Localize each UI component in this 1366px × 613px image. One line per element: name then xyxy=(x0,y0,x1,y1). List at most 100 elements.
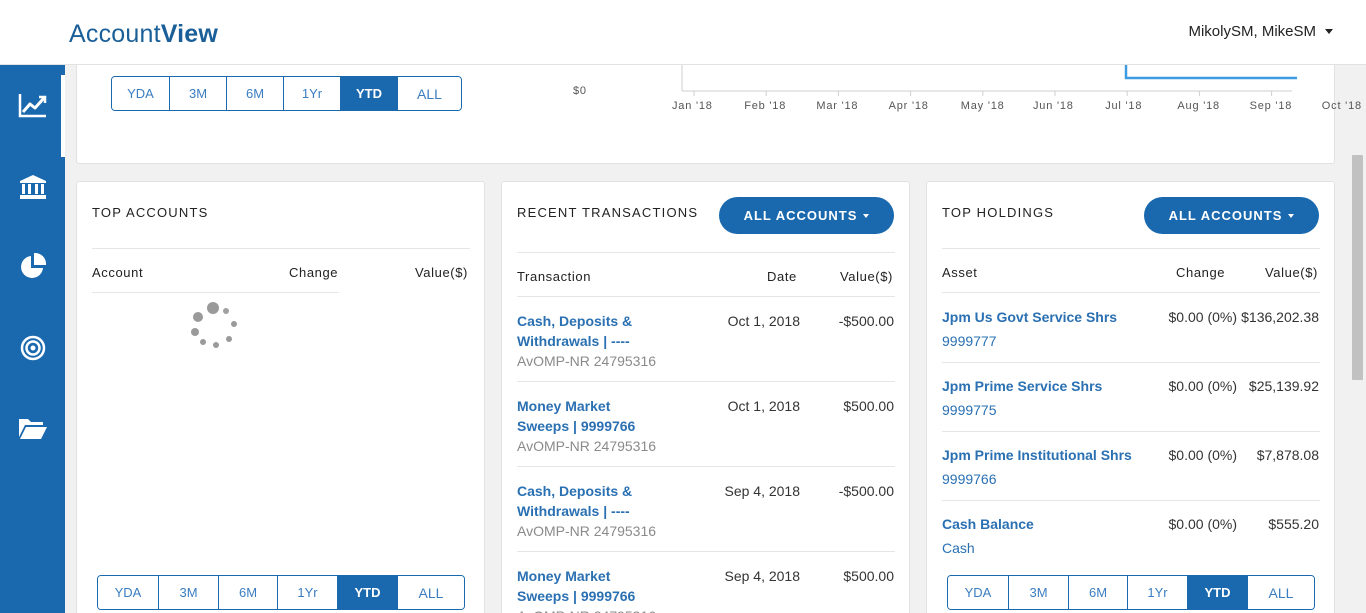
holding-account-link[interactable]: 9999775 xyxy=(942,400,997,420)
holding-name-link[interactable]: Jpm Prime Service Shrs xyxy=(942,376,1102,396)
top-accounts-range-all[interactable]: ALL xyxy=(398,576,464,609)
top-holdings-range-all[interactable]: ALL xyxy=(1248,576,1314,609)
x-axis-tick-label: Jul '18 xyxy=(1105,100,1143,112)
holding-account-link[interactable]: 9999766 xyxy=(942,469,997,489)
caret-down-icon xyxy=(863,214,870,218)
transaction-value: $500.00 xyxy=(843,568,894,584)
performance-range-all[interactable]: ALL xyxy=(398,77,461,110)
holding-name-link[interactable]: Cash Balance xyxy=(942,514,1034,534)
caret-down-icon xyxy=(1288,214,1295,218)
divider xyxy=(942,362,1320,363)
transaction-line-1: Cash, Deposits & xyxy=(517,483,633,499)
transaction-value: $500.00 xyxy=(843,398,894,414)
performance-range-3m[interactable]: 3M xyxy=(170,77,227,110)
holdings-account-filter-button[interactable]: ALL ACCOUNTS xyxy=(1144,197,1319,234)
x-axis-tick-label: Apr '18 xyxy=(888,100,929,112)
top-accounts-range-3m[interactable]: 3M xyxy=(159,576,219,609)
y-axis-tick-label: $0 xyxy=(573,85,587,97)
top-holdings-range-ytd[interactable]: YTD xyxy=(1188,576,1248,609)
performance-range-yda[interactable]: YDA xyxy=(112,77,170,110)
transaction-value: -$500.00 xyxy=(838,313,894,329)
x-axis-tick-label: Mar '18 xyxy=(816,100,859,112)
divider xyxy=(517,551,895,552)
top-accounts-range-yda[interactable]: YDA xyxy=(98,576,159,609)
recent-transactions-title: RECENT TRANSACTIONS xyxy=(517,205,699,220)
sidebar-item-goals[interactable] xyxy=(0,318,65,378)
transaction-link[interactable]: Money Market Sweeps | 9999766 xyxy=(517,566,635,606)
divider xyxy=(942,431,1320,432)
sidebar-item-accounts[interactable] xyxy=(0,157,65,217)
divider xyxy=(517,296,895,297)
transaction-date: Oct 1, 2018 xyxy=(727,313,800,329)
transaction-date: Sep 4, 2018 xyxy=(724,568,800,584)
x-axis-tick-label: Jun '18 xyxy=(1033,100,1074,112)
top-holdings-card: TOP HOLDINGS ALL ACCOUNTS Asset Change V… xyxy=(926,181,1335,613)
transaction-account: AvOMP-NR 24795316 xyxy=(517,523,657,539)
page-scrollbar[interactable] xyxy=(1349,65,1366,613)
holding-value: $25,139.92 xyxy=(1248,378,1319,394)
scrollbar-thumb[interactable] xyxy=(1352,155,1363,380)
transaction-line-2: Withdrawals | ---- xyxy=(517,503,630,519)
column-header-value: Value($) xyxy=(415,265,468,280)
transaction-account: AvOMP-NR 24795316 xyxy=(517,353,657,369)
performance-range-selector: YDA 3M 6M 1Yr YTD ALL xyxy=(111,76,462,111)
top-holdings-range-1yr[interactable]: 1Yr xyxy=(1128,576,1188,609)
user-name: MikolySM, MikeSM xyxy=(1188,23,1316,40)
transaction-date: Oct 1, 2018 xyxy=(727,398,800,414)
holding-value: $555.20 xyxy=(1268,516,1319,532)
holding-account-link[interactable]: Cash xyxy=(942,538,975,558)
transaction-link[interactable]: Cash, Deposits & Withdrawals | ---- xyxy=(517,481,632,521)
performance-range-1yr[interactable]: 1Yr xyxy=(284,77,341,110)
column-header-value: Value($) xyxy=(840,269,893,284)
brand-logo[interactable]: AccountView xyxy=(69,20,218,49)
user-menu[interactable]: MikolySM, MikeSM xyxy=(1188,23,1333,40)
top-holdings-range-yda[interactable]: YDA xyxy=(948,576,1009,609)
sidebar-item-documents[interactable] xyxy=(0,398,65,458)
top-accounts-range-1yr[interactable]: 1Yr xyxy=(278,576,338,609)
transaction-line-1: Money Market xyxy=(517,398,611,414)
top-accounts-title: TOP ACCOUNTS xyxy=(92,205,209,220)
sidebar-nav xyxy=(0,65,65,613)
holding-value: $136,202.38 xyxy=(1241,309,1319,325)
divider xyxy=(517,466,895,467)
top-accounts-range-6m[interactable]: 6M xyxy=(219,576,278,609)
transaction-account: AvOMP-NR 24795316 xyxy=(517,438,657,454)
performance-range-ytd[interactable]: YTD xyxy=(341,77,398,110)
transaction-line-2: Withdrawals | ---- xyxy=(517,333,630,349)
top-holdings-range-3m[interactable]: 3M xyxy=(1009,576,1069,609)
transaction-date: Sep 4, 2018 xyxy=(724,483,800,499)
chart-line-icon xyxy=(18,94,46,118)
top-accounts-range-ytd[interactable]: YTD xyxy=(338,576,398,609)
column-header-account: Account xyxy=(92,265,144,280)
holding-name-link[interactable]: Jpm Prime Institutional Shrs xyxy=(942,445,1132,465)
top-holdings-range-6m[interactable]: 6M xyxy=(1069,576,1128,609)
divider xyxy=(942,248,1320,249)
pie-chart-icon xyxy=(20,252,46,278)
holding-change: $0.00 (0%) xyxy=(1168,309,1237,325)
divider xyxy=(942,500,1320,501)
caret-down-icon xyxy=(1325,29,1333,34)
transaction-line-1: Money Market xyxy=(517,568,611,584)
column-header-transaction: Transaction xyxy=(517,269,592,284)
transaction-link[interactable]: Money Market Sweeps | 9999766 xyxy=(517,396,635,436)
column-header-date: Date xyxy=(767,269,797,284)
divider xyxy=(92,292,339,293)
performance-range-6m[interactable]: 6M xyxy=(227,77,284,110)
transaction-link[interactable]: Cash, Deposits & Withdrawals | ---- xyxy=(517,311,632,351)
sidebar-item-allocation[interactable] xyxy=(0,236,65,296)
divider xyxy=(942,292,1320,293)
x-axis-tick-label: Feb '18 xyxy=(744,100,787,112)
sidebar-item-performance[interactable] xyxy=(0,75,65,157)
x-axis-tick-label: Aug '18 xyxy=(1177,100,1220,112)
app-header: AccountView MikolySM, MikeSM xyxy=(0,0,1366,65)
holding-change: $0.00 (0%) xyxy=(1168,516,1237,532)
divider xyxy=(517,252,895,253)
x-axis-tick-label: May '18 xyxy=(960,100,1005,112)
holding-name-link[interactable]: Jpm Us Govt Service Shrs xyxy=(942,307,1117,327)
x-axis-tick-label: Jan '18 xyxy=(672,100,713,112)
transactions-account-filter-button[interactable]: ALL ACCOUNTS xyxy=(719,197,894,234)
holding-account-link[interactable]: 9999777 xyxy=(942,331,997,351)
column-header-value: Value($) xyxy=(1265,265,1318,280)
target-icon xyxy=(20,335,45,361)
filter-label: ALL ACCOUNTS xyxy=(1168,208,1283,223)
